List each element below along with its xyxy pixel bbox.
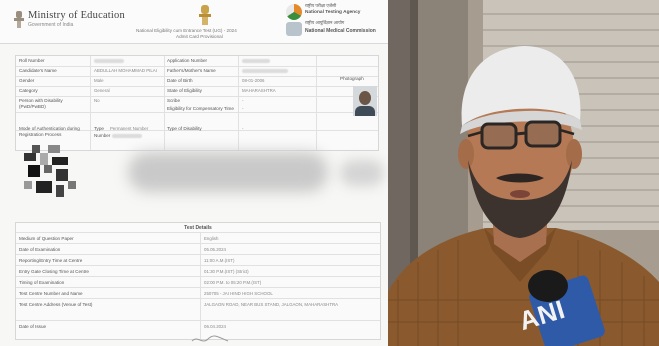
pixelated-qr-code [24, 145, 76, 197]
dob-value: 08-01-2006 [242, 78, 265, 83]
compensatory-time-label: Eligibility for Compensatory Time [167, 106, 234, 111]
father-name-label: Father's/Mother's Name [167, 68, 216, 73]
admit-card-header: Ministry of Education Government of Indi… [0, 0, 388, 44]
nta-english-name: National Testing Agency [305, 10, 361, 15]
national-emblem-icon [14, 11, 24, 28]
table-row: Reporting/Entry Time at Centre 11:00 A.M… [16, 254, 380, 265]
compensatory-time-value: - [242, 106, 244, 111]
candidate-photo [353, 86, 377, 116]
nmc-logo-icon [286, 22, 302, 36]
number-redacted [112, 134, 142, 138]
pwd-label: Person with Disability (PwD/PwBD) [19, 98, 63, 109]
lion-emblem-icon [199, 5, 211, 25]
father-name-redacted [242, 69, 288, 73]
authentication-mode-label: Mode of Authentication during Registrati… [19, 126, 80, 137]
disability-type-value: - [242, 126, 244, 131]
table-row: Entry Gate Closing Time at Centre 01:30 … [16, 265, 380, 276]
candidate-name-value: ABDULLAH MOHAMMAD PILAI [94, 68, 157, 73]
test-details-table: Test Details Medium of Question Paper En… [15, 222, 381, 341]
pwd-value: No [94, 98, 100, 103]
scribe-value: - [242, 98, 244, 103]
photograph-label: Photograph [340, 76, 364, 81]
admit-card-document: Ministry of Education Government of Indi… [0, 0, 388, 346]
roll-number-redacted [94, 59, 124, 63]
nta-logo-icon [286, 4, 302, 20]
admit-card-label: Admit Card Provisional [176, 34, 223, 39]
scribe-label: Scribe [167, 98, 181, 103]
redacted-barcode [128, 152, 328, 192]
category-value: General [94, 88, 110, 93]
nta-hindi-name: राष्ट्रीय परीक्षा एजेंसी [305, 3, 337, 8]
roll-number-label: Roll Number [19, 58, 45, 63]
table-row: Medium of Question Paper English [16, 232, 380, 243]
application-number-redacted [242, 59, 270, 63]
type-value: Permanent Number [110, 126, 149, 131]
disability-type-label: Type of Disability [167, 126, 202, 131]
table-row: Test Centre Address (Venue of Test) JALG… [16, 298, 380, 320]
handwritten-signature [191, 335, 229, 342]
candidate-name-label: Candidate's Name [19, 68, 57, 73]
redacted-signature [340, 160, 384, 186]
gender-label: Gender [19, 78, 35, 83]
type-label: Type [94, 126, 104, 131]
exam-name: National Eligibility cum Entrance Test (… [136, 28, 237, 33]
ministry-title: Ministry of Education [28, 10, 125, 21]
application-number-label: Application Number [167, 58, 208, 63]
dob-label: Date of Birth [167, 78, 193, 83]
table-row: Date of Examination 05.05.2024 [16, 243, 380, 254]
nmc-english-name: National Medical Commission [305, 28, 376, 34]
candidate-details-table: Roll Number Application Number Candidate… [15, 55, 379, 151]
interview-photo [388, 0, 659, 346]
table-row: Test Centre Number and Name 250705 - JAI… [16, 287, 380, 298]
table-row: Date of Issue 06.04.2024 [16, 320, 380, 331]
test-details-title: Test Details [184, 225, 212, 231]
category-label: Category [19, 88, 38, 93]
ministry-subtitle: Government of India [28, 22, 74, 28]
nmc-hindi-name: राष्ट्रीय आयुर्विज्ञान आयोग [305, 20, 345, 25]
gender-value: Male [94, 78, 104, 83]
table-row: Timing of Examination 02:00 P.M. to 05:2… [16, 276, 380, 287]
number-label: Number [94, 133, 111, 138]
state-label: State of Eligibility [167, 88, 202, 93]
state-value: MAHARASHTRA [242, 88, 276, 93]
